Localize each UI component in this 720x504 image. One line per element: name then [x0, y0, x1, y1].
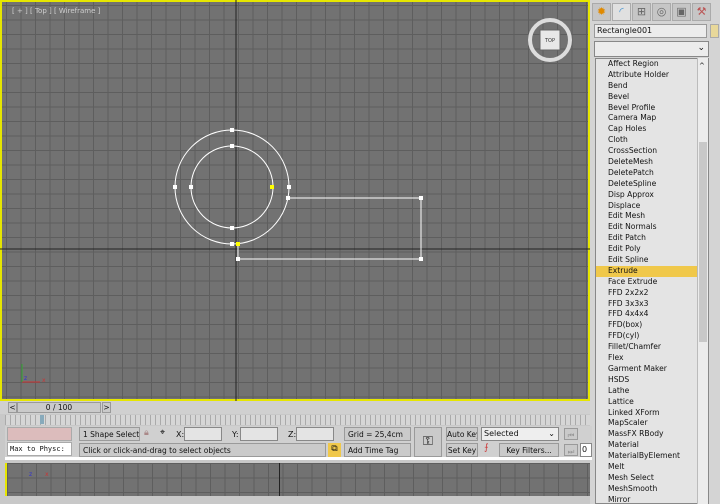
first-vertex — [270, 185, 274, 189]
key-mode-dropdown[interactable]: Selected ⌄ — [481, 427, 559, 441]
modifier-item[interactable]: Bevel — [596, 92, 708, 103]
modifier-list-scrollbar[interactable]: ^ — [697, 58, 708, 504]
inner-circle-spline — [190, 145, 274, 229]
maxscript-input[interactable]: Max to Physc: — [7, 442, 72, 456]
modifier-item[interactable]: Extrude — [596, 265, 708, 277]
go-to-start-icon[interactable]: ⏮ — [564, 428, 578, 440]
track-bar-marker[interactable] — [40, 415, 44, 424]
modifier-item[interactable]: Lathe — [596, 386, 708, 397]
z-coordinate-field[interactable] — [296, 427, 334, 441]
curve-editor-icon[interactable]: ⨍ — [484, 443, 489, 453]
modifier-item[interactable]: FFD 2x2x2 — [596, 288, 708, 299]
axis-z-label: z — [24, 375, 27, 382]
axis-x-icon: x — [45, 471, 49, 478]
modifier-item[interactable]: Attribute Holder — [596, 70, 708, 81]
modifier-item[interactable]: Edit Patch — [596, 233, 708, 244]
modifier-item[interactable]: Cloth — [596, 135, 708, 146]
modifier-item[interactable]: Bevel Profile — [596, 103, 708, 114]
auto-key-button[interactable]: Auto Key — [446, 427, 478, 441]
viewport-top[interactable]: [ + ] [ Top ] [ Wireframe ] TOP x z — [0, 0, 590, 401]
modifier-item[interactable]: MaterialByElement — [596, 451, 708, 462]
axis-x-label: x — [42, 377, 46, 384]
y-coordinate-field[interactable] — [240, 427, 278, 441]
set-key-mode-key-icon[interactable]: ⚿ — [414, 427, 442, 457]
scene-canvas: TOP x z — [0, 0, 590, 401]
modifier-item[interactable]: Material — [596, 440, 708, 451]
maxscript-listener[interactable] — [7, 427, 72, 441]
modifier-item[interactable]: Cap Holes — [596, 124, 708, 135]
first-vertex-2 — [236, 242, 240, 246]
current-frame-field[interactable]: 0 — [580, 443, 592, 457]
modifier-item[interactable]: Edit Mesh — [596, 211, 708, 222]
viewcube-label: TOP — [544, 38, 555, 44]
y-label: Y: — [232, 430, 239, 439]
grid-size: Grid = 25,4cm — [344, 427, 411, 441]
axis-z-icon: z — [29, 471, 33, 478]
modifier-item[interactable]: Edit Spline — [596, 255, 708, 266]
modifier-item[interactable]: Mirror — [596, 495, 708, 503]
prompt-line: Click or click-and-drag to select object… — [79, 443, 326, 457]
motion-tab-icon[interactable]: ◎ — [652, 3, 671, 21]
track-bar[interactable] — [5, 415, 590, 425]
modifier-item[interactable]: Face Extrude — [596, 277, 708, 288]
modifier-item[interactable]: Edit Poly — [596, 244, 708, 255]
modifier-item[interactable]: Affect Region — [596, 59, 708, 70]
object-color-swatch[interactable] — [710, 24, 719, 38]
x-label: X: — [176, 430, 185, 439]
modifier-item[interactable]: Disp Approx — [596, 190, 708, 201]
modifier-item[interactable]: Displace — [596, 201, 708, 212]
modifier-item[interactable]: Flex — [596, 353, 708, 364]
modifier-item[interactable]: Camera Map — [596, 113, 708, 124]
lower-viewport[interactable]: z x — [5, 463, 590, 496]
isolate-selection-icon[interactable]: ⧉ — [328, 443, 341, 457]
display-tab-icon[interactable]: ▣ — [672, 3, 691, 21]
modifier-item[interactable]: FFD 4x4x4 — [596, 309, 708, 320]
key-mode-toggle-icon[interactable]: ⏭ — [564, 444, 578, 456]
object-name-field[interactable]: Rectangle001 — [594, 24, 707, 38]
modifier-item[interactable]: MeshSmooth — [596, 484, 708, 495]
modifier-item[interactable]: MassFX RBody — [596, 429, 708, 440]
modifier-item[interactable]: DeleteSpline — [596, 179, 708, 190]
modifier-item[interactable]: DeleteMesh — [596, 157, 708, 168]
modifier-item[interactable]: CrossSection — [596, 146, 708, 157]
key-mode-value: Selected — [484, 429, 519, 438]
x-coordinate-field[interactable] — [184, 427, 222, 441]
modifier-item[interactable]: Mesh Select — [596, 473, 708, 484]
chevron-down-icon: ⌄ — [697, 43, 705, 53]
modify-tab-icon[interactable]: ◜ — [612, 3, 631, 21]
z-label: Z: — [288, 430, 297, 439]
add-time-tag-button[interactable]: Add Time Tag — [344, 443, 411, 457]
selection-count: 1 Shape Selected — [79, 427, 140, 441]
lock-selection-icon[interactable]: 🔒︎ — [144, 428, 149, 438]
modifier-list-dropdown[interactable]: ⌄ — [594, 41, 709, 57]
modifier-item[interactable]: Lattice — [596, 397, 708, 408]
modifier-item[interactable]: FFD(box) — [596, 320, 708, 331]
hierarchy-tab-icon[interactable]: ⊞ — [632, 3, 651, 21]
modifier-item[interactable]: DeletePatch — [596, 168, 708, 179]
modifier-item[interactable]: Garment Maker — [596, 364, 708, 375]
key-filters-button[interactable]: Key Filters... — [499, 443, 559, 457]
modifier-item[interactable]: Bend — [596, 81, 708, 92]
prev-frame-button[interactable]: < — [8, 402, 17, 413]
rectangle-spline — [237, 197, 422, 260]
set-key-button[interactable]: Set Key — [446, 443, 478, 457]
scrollbar-thumb — [699, 142, 707, 342]
spline-vertices — [173, 128, 423, 261]
modifier-item[interactable]: FFD(cyl) — [596, 331, 708, 342]
modifier-item[interactable]: Edit Normals — [596, 222, 708, 233]
modifier-item[interactable]: MapScaler — [596, 418, 708, 429]
modifier-item[interactable]: FFD 3x3x3 — [596, 299, 708, 310]
chevron-down-icon: ⌄ — [548, 429, 555, 438]
transform-mode-icon[interactable]: ⌖ — [160, 428, 165, 438]
time-slider[interactable]: 0 / 100 — [17, 402, 101, 413]
utilities-tab-icon[interactable]: ⚒ — [692, 3, 711, 21]
scroll-up-icon: ^ — [699, 62, 705, 70]
modifier-item[interactable]: HSDS — [596, 375, 708, 386]
modifier-item[interactable]: Melt — [596, 462, 708, 473]
next-frame-button[interactable]: > — [102, 402, 111, 413]
modifier-item[interactable]: Linked XForm — [596, 408, 708, 419]
create-tab-icon[interactable]: ✹ — [592, 3, 611, 21]
modifier-item[interactable]: Fillet/Chamfer — [596, 342, 708, 353]
modifier-list[interactable]: Affect Region Attribute Holder Bend Bevel Be… — [595, 58, 709, 504]
